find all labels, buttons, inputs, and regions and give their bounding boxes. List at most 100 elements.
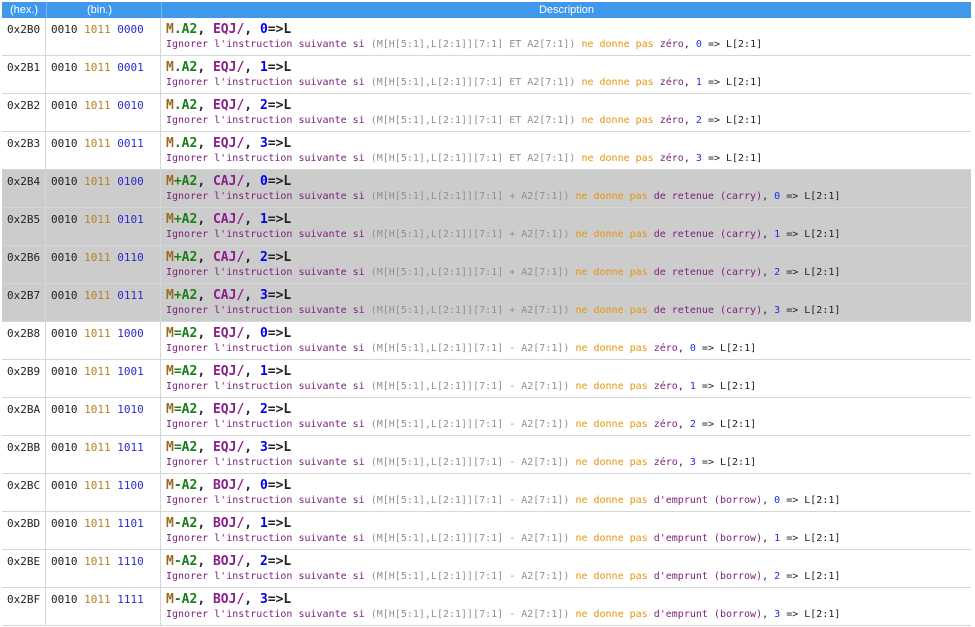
- mnemonic-operand-m: M: [166, 554, 174, 569]
- binary-group-2: 1011: [84, 403, 111, 416]
- mnemonic-separator: -: [173, 516, 182, 531]
- description-text: Ignorer l'instruction suivante si (M[H[5…: [166, 571, 841, 582]
- mnemonic-operand-a2: A2: [181, 60, 198, 75]
- mnemonic-separator: .: [173, 98, 182, 113]
- description-text: Ignorer l'instruction suivante si (M[H[5…: [166, 229, 841, 240]
- description-negation: ne donne pas: [575, 609, 648, 620]
- binary-group-2: 1011: [84, 327, 111, 340]
- mnemonic-comma: ,: [197, 136, 206, 151]
- mnemonic-separator: -: [173, 592, 182, 607]
- mnemonic-opcode: BOJ: [212, 516, 237, 531]
- description-lead: Ignorer l'instruction suivante si: [166, 229, 365, 240]
- mnemonic-operand-m: M: [166, 250, 174, 265]
- mnemonic: M-A2, BOJ/, 1=>L: [166, 515, 971, 532]
- mnemonic-comma: ,: [197, 22, 206, 37]
- description-condition: zéro: [653, 457, 678, 468]
- binary-group-2: 1011: [84, 213, 111, 226]
- binary-group-2: 1011: [84, 517, 111, 530]
- table-row: 0x2B6 0010 1011 0110 M+A2, CAJ/, 2=>L Ignor…: [2, 246, 971, 284]
- description-condition: de retenue (carry): [653, 267, 763, 278]
- description-condition: de retenue (carry): [653, 229, 763, 240]
- description-cell: M-A2, BOJ/, 2=>L Ignorer l'instruction su…: [161, 550, 971, 587]
- mnemonic-arrow: =>L: [267, 516, 292, 531]
- description-condition: zéro: [659, 77, 684, 88]
- mnemonic-number: 2: [259, 554, 268, 569]
- description-expression: (M[H[5:1],L[2:1]][7:1] + A2[7:1]): [370, 305, 570, 316]
- table-row: 0x2B5 0010 1011 0101 M+A2, CAJ/, 1=>L Ignor…: [2, 208, 971, 246]
- mnemonic-number: 0: [259, 326, 268, 341]
- mnemonic-operand-m: M: [166, 364, 174, 379]
- mnemonic: M=A2, EQJ/, 1=>L: [166, 363, 971, 380]
- opcode-hex: 0x2B7: [2, 284, 46, 321]
- description-target: => L[2:1]: [707, 39, 763, 50]
- mnemonic-separator: +: [173, 174, 182, 189]
- table-row: 0x2B0 0010 1011 0000 M.A2, EQJ/, 0=>L Ignor…: [2, 18, 971, 56]
- mnemonic-comma: ,: [197, 592, 206, 607]
- description-negation: ne donne pas: [575, 343, 648, 354]
- mnemonic-comma: ,: [197, 98, 206, 113]
- mnemonic-arrow: =>L: [267, 592, 292, 607]
- mnemonic: M+A2, CAJ/, 1=>L: [166, 211, 971, 228]
- binary-group-3: 0010: [117, 99, 144, 112]
- description-cell: M+A2, CAJ/, 0=>L Ignorer l'instruction su…: [161, 170, 971, 207]
- opcode-binary: 0010 1011 1101: [46, 512, 161, 549]
- description-cell: M=A2, EQJ/, 0=>L Ignorer l'instruction su…: [161, 322, 971, 359]
- description-expression: (M[H[5:1],L[2:1]][7:1] - A2[7:1]): [370, 609, 570, 620]
- binary-group-3: 0000: [117, 23, 144, 36]
- mnemonic: M=A2, EQJ/, 3=>L: [166, 439, 971, 456]
- binary-group-2: 1011: [84, 479, 111, 492]
- description-negation: ne donne pas: [581, 39, 654, 50]
- table-row: 0x2B9 0010 1011 1001 M=A2, EQJ/, 1=>L Ignor…: [2, 360, 971, 398]
- mnemonic: M.A2, EQJ/, 0=>L: [166, 21, 971, 38]
- opcode-binary: 0010 1011 1010: [46, 398, 161, 435]
- binary-group-3: 1111: [117, 593, 144, 606]
- opcode-hex: 0x2BC: [2, 474, 46, 511]
- binary-group-1: 0010: [51, 213, 78, 226]
- description-negation: ne donne pas: [575, 419, 648, 430]
- mnemonic-comma: ,: [244, 478, 253, 493]
- description-target: => L[2:1]: [786, 571, 841, 582]
- mnemonic-number: 3: [259, 440, 268, 455]
- mnemonic-comma: ,: [244, 440, 253, 455]
- mnemonic-comma: ,: [244, 364, 253, 379]
- mnemonic-comma: ,: [197, 250, 206, 265]
- table-row: 0x2BC 0010 1011 1100 M-A2, BOJ/, 0=>L Ignor…: [2, 474, 971, 512]
- mnemonic-arrow: =>L: [267, 60, 292, 75]
- mnemonic-operand-m: M: [166, 592, 174, 607]
- description-target: => L[2:1]: [786, 191, 841, 202]
- mnemonic-separator: -: [173, 478, 182, 493]
- description-cell: M+A2, CAJ/, 3=>L Ignorer l'instruction su…: [161, 284, 971, 321]
- description-target: => L[2:1]: [786, 305, 841, 316]
- binary-group-3: 0111: [117, 289, 144, 302]
- description-condition: zéro: [653, 419, 678, 430]
- mnemonic-arrow: =>L: [267, 98, 292, 113]
- mnemonic: M-A2, BOJ/, 3=>L: [166, 591, 971, 608]
- mnemonic-operand-m: M: [166, 22, 174, 37]
- opcode-hex: 0x2B3: [2, 132, 46, 169]
- header-hex: (hex.): [2, 2, 47, 18]
- opcode-hex: 0x2B1: [2, 56, 46, 93]
- mnemonic-operand-m: M: [166, 212, 174, 227]
- mnemonic: M+A2, CAJ/, 2=>L: [166, 249, 971, 266]
- mnemonic-separator: .: [173, 136, 182, 151]
- description-target: => L[2:1]: [786, 495, 841, 506]
- mnemonic: M+A2, CAJ/, 3=>L: [166, 287, 971, 304]
- description-target: => L[2:1]: [701, 381, 757, 392]
- description-expression: (M[H[5:1],L[2:1]][7:1] - A2[7:1]): [370, 381, 570, 392]
- mnemonic-comma: ,: [244, 554, 253, 569]
- mnemonic-arrow: =>L: [267, 478, 292, 493]
- mnemonic-comma: ,: [197, 60, 206, 75]
- description-lead: Ignorer l'instruction suivante si: [166, 153, 365, 164]
- mnemonic-opcode: BOJ: [212, 554, 237, 569]
- description-lead: Ignorer l'instruction suivante si: [166, 609, 365, 620]
- description-cell: M.A2, EQJ/, 1=>L Ignorer l'instruction su…: [161, 56, 971, 93]
- mnemonic: M-A2, BOJ/, 0=>L: [166, 477, 971, 494]
- description-text: Ignorer l'instruction suivante si (M[H[5…: [166, 533, 841, 544]
- mnemonic-arrow: =>L: [267, 326, 292, 341]
- description-negation: ne donne pas: [581, 115, 654, 126]
- mnemonic-opcode: EQJ: [212, 22, 237, 37]
- mnemonic-comma: ,: [244, 136, 253, 151]
- description-condition: zéro: [653, 381, 678, 392]
- description-expression: (M[H[5:1],L[2:1]][7:1] ET A2[7:1]): [370, 153, 576, 164]
- mnemonic-number: 1: [259, 364, 268, 379]
